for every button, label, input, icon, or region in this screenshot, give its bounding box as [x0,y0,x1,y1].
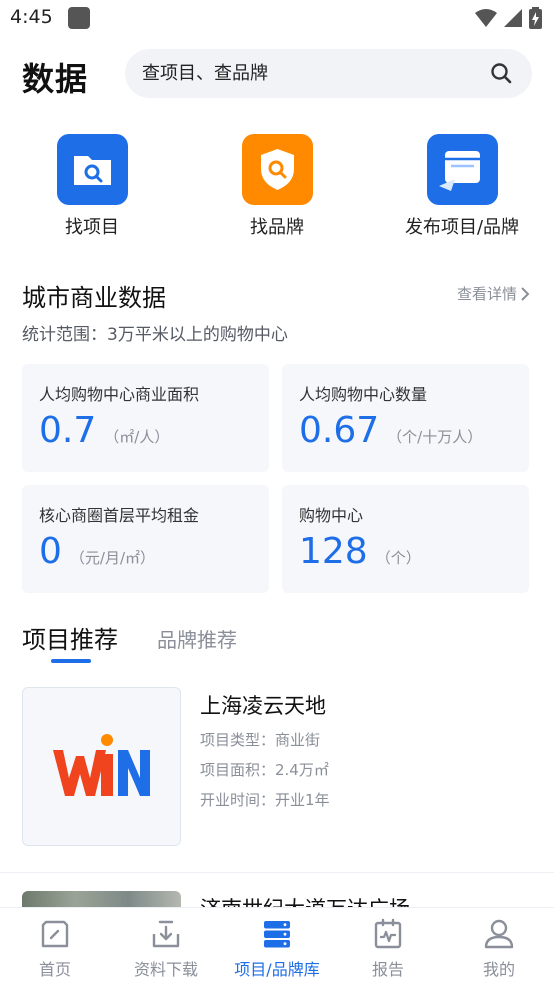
wifi-icon [475,9,497,27]
stat-value-row: 0 （元/月/㎡） [39,531,155,572]
stat-value: 0.67 [299,410,380,451]
project-logo[interactable] [22,687,181,846]
project-opening: 开业时间：开业1年 [200,791,330,809]
nav-item-reports[interactable]: 报告 [333,908,443,984]
statistics-scope: 统计范围：3万平米以上的购物中心 [22,325,288,345]
search-input[interactable] [142,49,472,98]
nav-item-downloads[interactable]: 资料下载 [111,908,221,984]
stat-label: 购物中心 [299,506,364,525]
publish-window-icon [426,134,498,205]
stat-label: 人均购物中心商业面积 [39,385,200,404]
project-type: 项目类型：商业街 [200,731,321,749]
active-tab-indicator [51,659,91,663]
view-details-label: 查看详情 [456,285,517,303]
project-name[interactable]: 济南世纪大道万达广场 [200,893,410,907]
nav-item-home[interactable]: 首页 [0,908,110,984]
stat-value-row: 0.7 （㎡/人） [39,410,169,451]
status-indicators [475,7,542,29]
quick-action-label: 找品牌 [250,217,304,238]
stat-unit: （元/月/㎡） [69,549,156,567]
search-bar[interactable] [125,49,532,98]
nav-item-library[interactable]: 项目/品牌库 [222,908,332,984]
nav-label: 报告 [371,960,404,979]
quick-action-find-project[interactable]: 找项目 [17,134,167,239]
nav-label: 资料下载 [133,960,198,979]
view-details-link[interactable]: 查看详情 [457,283,530,304]
nav-label: 我的 [482,960,515,979]
stat-unit: （个/十万人） [387,428,483,446]
home-icon [41,920,69,948]
bottom-nav: 首页 资料下载 项目/品牌库 报告 我的 [0,907,554,984]
stat-card-area-per-capita: 人均购物中心商业面积 0.7 （㎡/人） [22,364,269,472]
stat-value: 0.7 [39,410,97,451]
stat-card-mall-count-per-capita: 人均购物中心数量 0.67 （个/十万人） [282,364,529,472]
quick-action-publish[interactable]: 发布项目/品牌 [387,134,537,239]
stat-card-mall-total: 购物中心 128 （个） [282,485,529,593]
stat-card-average-rent: 核心商圈首层平均租金 0 （元/月/㎡） [22,485,269,593]
battery-icon [529,7,542,29]
stat-label: 核心商圈首层平均租金 [39,506,200,525]
signal-icon [504,9,522,27]
project-area: 项目面积：2.4万㎡ [200,761,329,779]
page-title: 数据 [22,60,89,98]
report-icon [374,918,402,949]
tab-project-recommend[interactable]: 项目推荐 [22,620,118,655]
status-bar: 4:45 [0,0,554,36]
search-icon[interactable] [490,62,512,84]
stat-value: 0 [39,531,62,572]
stat-label: 人均购物中心数量 [299,385,428,404]
nav-label: 项目/品牌库 [234,960,320,979]
folder-search-icon [56,134,128,205]
divider [0,872,554,873]
download-icon [152,920,180,948]
project-name[interactable]: 上海凌云天地 [200,690,326,720]
database-icon [264,921,290,948]
stat-value-row: 0.67 （个/十万人） [299,410,482,451]
stat-unit: （个） [375,549,421,567]
user-icon [484,919,514,949]
section-title: 城市商业数据 [22,284,166,312]
tab-brand-recommend[interactable]: 品牌推荐 [157,624,237,653]
nav-label: 首页 [38,960,71,979]
stat-value: 128 [299,531,368,572]
quick-action-label: 找项目 [65,217,119,238]
quick-action-find-brand[interactable]: 找品牌 [202,134,352,239]
nav-item-profile[interactable]: 我的 [444,908,554,984]
stat-unit: （㎡/人） [104,428,170,446]
quick-action-label: 发布项目/品牌 [404,217,520,238]
chevron-right-icon [521,286,530,301]
app-notification-icon [68,7,90,29]
win-logo [53,734,150,796]
stat-value-row: 128 （个） [299,531,421,572]
shield-search-icon [241,134,313,205]
status-time: 4:45 [10,6,53,28]
